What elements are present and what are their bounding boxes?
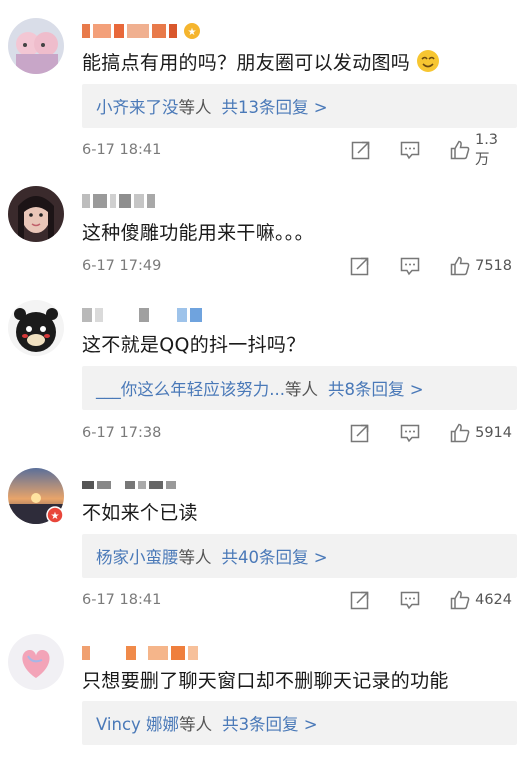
reply-summary[interactable]: ___你这么年轻应该努力... 等人 共8条回复 >: [82, 366, 517, 410]
comment-meta: 6-17 18:41 1.3万: [82, 132, 512, 168]
reply-users-link[interactable]: Vincy 娜娜: [96, 711, 179, 735]
username-redacted[interactable]: [82, 474, 176, 496]
comment-text: 不如来个已读: [82, 502, 198, 524]
comment-icon[interactable]: [399, 255, 421, 277]
svg-text:★: ★: [51, 511, 60, 522]
like-count: 7518: [475, 258, 512, 274]
thumbs-up-icon[interactable]: [449, 422, 471, 444]
timestamp: 6-17 18:41: [82, 592, 162, 608]
reply-count-link[interactable]: 共13条回复 >: [222, 94, 328, 118]
like-count: 4624: [475, 592, 512, 608]
reply-suffix: 等人: [179, 715, 213, 734]
reply-count-link[interactable]: 共3条回复 >: [222, 711, 318, 735]
share-icon[interactable]: [349, 589, 371, 611]
comment-meta: 6-17 17:38 5914: [82, 421, 512, 445]
username-redacted[interactable]: [82, 304, 202, 326]
vip-badge-icon: ★: [180, 21, 204, 41]
comment-text: 这种傻雕功能用来干嘛。。。: [82, 222, 314, 244]
comment-icon[interactable]: [399, 139, 421, 161]
reply-suffix: 等人: [285, 380, 318, 399]
avatar[interactable]: [8, 186, 64, 242]
reply-suffix: 等人: [178, 548, 212, 567]
comment-text: 只想要删了聊天窗口却不删聊天记录的功能: [82, 670, 449, 692]
like-count: 5914: [475, 425, 512, 441]
share-icon[interactable]: [349, 255, 371, 277]
reply-users-link[interactable]: 小齐来了没: [96, 94, 179, 118]
reply-summary[interactable]: Vincy 娜娜 等人 共3条回复 >: [82, 701, 517, 745]
timestamp: 6-17 18:41: [82, 142, 162, 158]
share-icon[interactable]: [349, 422, 371, 444]
reply-summary[interactable]: 小齐来了没 等人 共13条回复 >: [82, 84, 517, 128]
avatar[interactable]: [8, 18, 64, 74]
username-redacted[interactable]: [82, 190, 155, 212]
reply-users-link[interactable]: ___你这么年轻应该努力...: [96, 376, 285, 400]
verified-badge-icon: ★: [46, 506, 64, 524]
reply-count-link[interactable]: 共40条回复 >: [222, 544, 328, 568]
comment-meta: 6-17 18:41 4624: [82, 588, 512, 612]
reply-summary[interactable]: 杨家小蛮腰 等人 共40条回复 >: [82, 534, 517, 578]
comment-text: 这不就是QQ的抖一抖吗？: [82, 334, 306, 356]
thumbs-up-icon[interactable]: [449, 139, 471, 161]
comment-icon[interactable]: [399, 589, 421, 611]
reply-suffix: 等人: [178, 98, 212, 117]
avatar[interactable]: [8, 300, 64, 356]
svg-text:★: ★: [188, 27, 197, 38]
reply-users-link[interactable]: 杨家小蛮腰: [96, 544, 179, 568]
share-icon[interactable]: [350, 139, 372, 161]
timestamp: 6-17 17:49: [82, 258, 162, 274]
comment-meta: 6-17 17:49 7518: [82, 254, 512, 278]
like-count: 1.3万: [474, 131, 499, 168]
thumbs-up-icon[interactable]: [449, 589, 471, 611]
comment-text: 能搞点有用的吗？朋友圈可以发动图吗: [82, 48, 440, 78]
username-redacted[interactable]: [82, 642, 198, 664]
reply-count-link[interactable]: 共8条回复 >: [328, 376, 424, 400]
thumbs-up-icon[interactable]: [449, 255, 471, 277]
comment-icon[interactable]: [399, 422, 421, 444]
avatar[interactable]: [8, 634, 64, 690]
smile-emoji-icon: [416, 49, 440, 78]
username-redacted[interactable]: ★: [82, 20, 204, 42]
timestamp: 6-17 17:38: [82, 425, 162, 441]
